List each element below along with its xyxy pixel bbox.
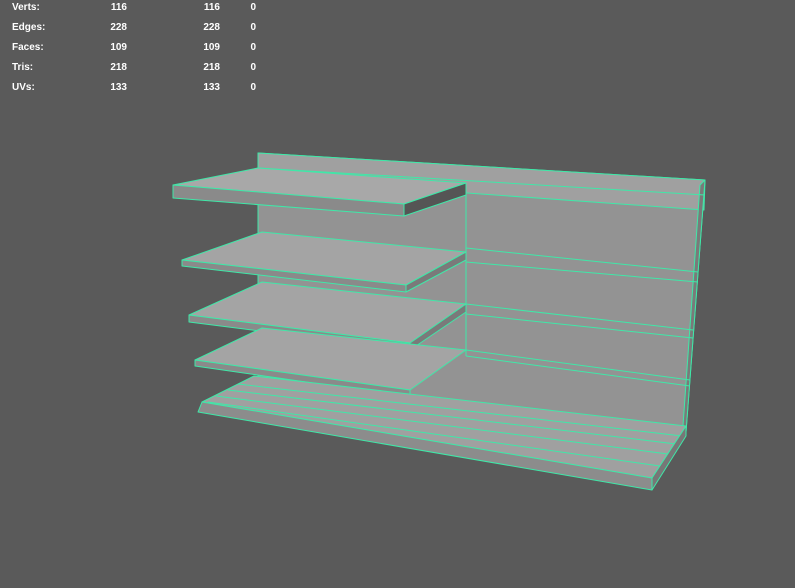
3d-viewport[interactable]: Verts: 116 116 0 Edges: 228 228 0 Faces:… bbox=[0, 0, 795, 588]
shelf-unit-mesh[interactable] bbox=[0, 0, 795, 588]
